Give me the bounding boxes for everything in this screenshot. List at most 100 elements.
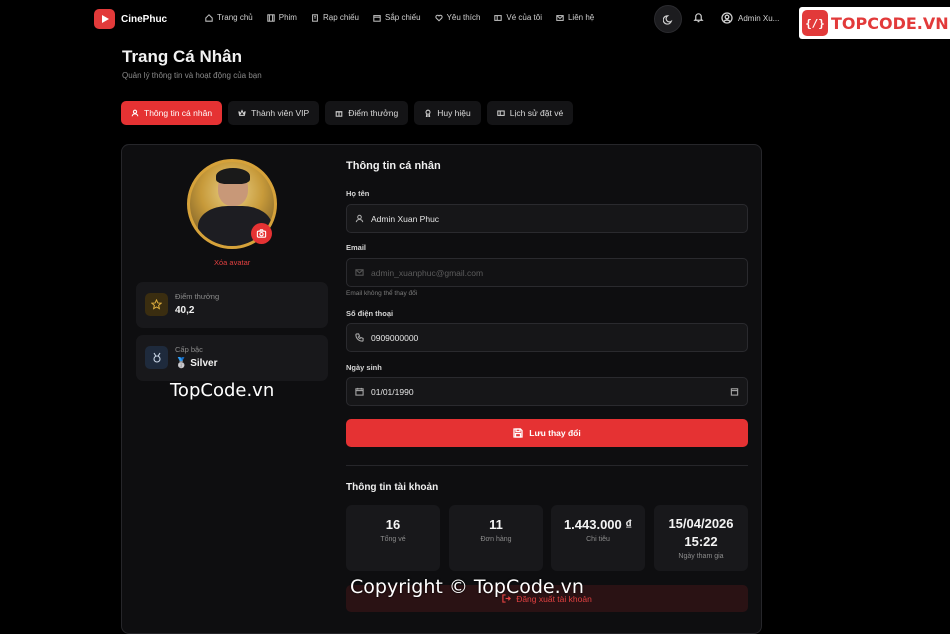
stat-label: Ngày tham gia xyxy=(678,553,724,560)
nav-item-home[interactable]: Trang chủ xyxy=(205,13,253,22)
stat-spending: 1.443.000 ₫ Chi tiêu xyxy=(551,505,645,571)
nav-item-upcoming[interactable]: Sắp chiếu xyxy=(373,13,421,22)
date-picker-icon[interactable] xyxy=(730,387,739,396)
tier-value: 🥈 Silver xyxy=(175,358,218,369)
calendar-icon xyxy=(373,14,381,22)
phone-icon xyxy=(355,333,364,342)
avatar-hair xyxy=(216,168,250,184)
section-divider xyxy=(346,465,748,466)
user-name: Admin Xu... xyxy=(738,13,780,23)
tab-personal-info[interactable]: Thông tin cá nhân xyxy=(121,101,223,125)
dob-label: Ngày sinh xyxy=(346,363,382,372)
tab-label: Thành viên VIP xyxy=(251,108,310,118)
ticket-icon xyxy=(494,14,503,21)
name-value: Admin Xuan Phuc xyxy=(371,213,440,224)
tab-label: Thông tin cá nhân xyxy=(144,108,213,118)
user-menu[interactable]: Admin Xu... xyxy=(721,12,779,24)
brand[interactable]: CinePhuc xyxy=(94,9,167,29)
top-navbar: CinePhuc Trang chủ Phim Rạp chiếu Sắp ch… xyxy=(0,0,950,39)
nav-item-movies[interactable]: Phim xyxy=(267,13,297,22)
mail-icon xyxy=(556,14,564,21)
email-value: admin_xuanphuc@gmail.com xyxy=(371,267,484,278)
star-icon xyxy=(145,293,168,316)
page-title: Trang Cá Nhân xyxy=(122,47,242,66)
nav-label: Vé của tôi xyxy=(506,13,542,22)
code-brackets-icon: {/} xyxy=(802,10,828,36)
dob-field[interactable]: 01/01/1990 xyxy=(346,377,748,406)
change-avatar-button[interactable] xyxy=(251,223,272,244)
save-button[interactable]: Lưu thay đổi xyxy=(346,419,748,447)
ticket-icon xyxy=(497,110,505,116)
nav-item-my-tickets[interactable]: Vé của tôi xyxy=(494,13,542,22)
email-label: Email xyxy=(346,243,367,252)
theme-toggle-button[interactable] xyxy=(654,5,682,33)
dob-value: 01/01/1990 xyxy=(371,386,414,397)
user-icon xyxy=(355,214,364,223)
copyright-watermark: Copyright © TopCode.vn xyxy=(350,576,584,598)
stat-orders: 11 Đơn hàng xyxy=(449,505,543,571)
notification-button[interactable] xyxy=(693,12,704,25)
home-icon xyxy=(205,13,213,22)
account-title: Thông tin tài khoản xyxy=(346,482,439,493)
tier-label: Cấp bậc xyxy=(175,345,203,354)
stat-value: 1.443.000 ₫ xyxy=(563,517,633,532)
topcode-watermark-logo: {/} TOPCODE.VN xyxy=(799,7,950,39)
remove-avatar-link[interactable]: Xóa avatar xyxy=(214,258,250,267)
nav-label: Liên hệ xyxy=(567,13,595,22)
topcode-watermark-text: TopCode.vn xyxy=(170,380,275,401)
email-field: admin_xuanphuc@gmail.com xyxy=(346,258,748,287)
stat-value: 11 xyxy=(489,517,503,532)
phone-value: 0909000000 xyxy=(371,332,419,343)
nav-item-contact[interactable]: Liên hệ xyxy=(556,13,594,22)
points-label: Điểm thưởng xyxy=(175,292,220,301)
tab-label: Huy hiệu xyxy=(437,108,471,118)
watermark-logo-text: TOPCODE.VN xyxy=(831,13,949,33)
camera-icon xyxy=(256,229,267,238)
profile-tabs: Thông tin cá nhân Thành viên VIP Điểm th… xyxy=(121,101,574,125)
form-title: Thông tin cá nhân xyxy=(346,160,441,172)
bell-icon xyxy=(693,13,704,23)
brand-name: CinePhuc xyxy=(121,13,168,25)
stat-total-tickets: 16 Tổng vé xyxy=(346,505,440,571)
email-hint: Email không thể thay đổi xyxy=(346,290,418,297)
nav-label: Yêu thích xyxy=(446,13,481,22)
nav-label: Rạp chiếu xyxy=(322,13,359,22)
stat-value: 16 xyxy=(385,517,401,532)
name-field[interactable]: Admin Xuan Phuc xyxy=(346,204,748,233)
user-circle-icon xyxy=(721,12,733,24)
save-icon xyxy=(513,428,523,438)
stat-label: Đơn hàng xyxy=(480,536,512,543)
play-logo-icon xyxy=(94,9,115,29)
page-subtitle: Quản lý thông tin và hoạt động của bạn xyxy=(122,71,262,80)
phone-field[interactable]: 0909000000 xyxy=(346,323,748,352)
tab-vip-member[interactable]: Thành viên VIP xyxy=(228,101,320,125)
film-icon xyxy=(267,13,275,22)
nav-label: Phim xyxy=(278,13,297,22)
tab-booking-history[interactable]: Lịch sử đặt vé xyxy=(486,101,574,125)
nav-label: Trang chủ xyxy=(217,13,253,22)
mail-icon xyxy=(355,269,364,276)
stat-label: Chi tiêu xyxy=(586,536,610,543)
medal-icon xyxy=(145,346,168,369)
crown-icon xyxy=(238,109,246,116)
heart-icon xyxy=(434,14,443,22)
building-icon xyxy=(312,13,318,22)
points-value: 40,2 xyxy=(175,305,195,316)
stat-label: Tổng vé xyxy=(380,536,406,543)
name-label: Họ tên xyxy=(346,189,370,198)
tab-label: Lịch sử đặt vé xyxy=(509,108,564,118)
nav-item-cinemas[interactable]: Rạp chiếu xyxy=(311,13,359,22)
nav-item-favorites[interactable]: Yêu thích xyxy=(434,13,481,22)
main-nav: Trang chủ Phim Rạp chiếu Sắp chiếu Yêu t… xyxy=(205,13,594,22)
stat-value: 15/04/2026 15:22 xyxy=(668,516,734,549)
moon-icon xyxy=(662,14,672,25)
tab-reward-points[interactable]: Điểm thưởng xyxy=(325,101,409,125)
tier-stat: Cấp bậc 🥈 Silver xyxy=(136,335,328,381)
nav-label: Sắp chiếu xyxy=(385,13,421,22)
calendar-icon xyxy=(355,387,364,396)
stat-join-date: 15/04/2026 15:22 Ngày tham gia xyxy=(654,505,748,571)
award-icon xyxy=(425,109,431,117)
points-stat: Điểm thưởng 40,2 xyxy=(136,282,328,328)
save-label: Lưu thay đổi xyxy=(529,428,581,438)
tab-badges[interactable]: Huy hiệu xyxy=(414,101,481,125)
